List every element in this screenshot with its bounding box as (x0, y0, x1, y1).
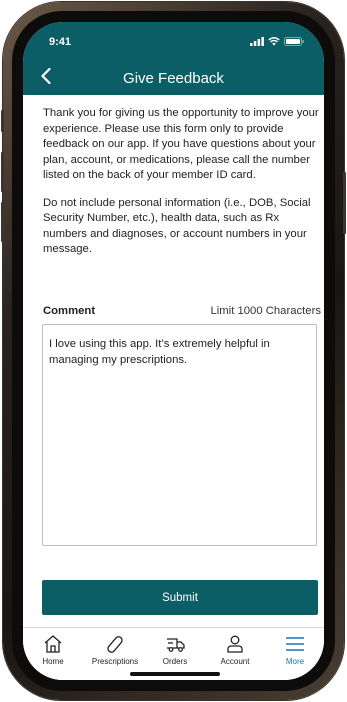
page-title: Give Feedback (123, 70, 224, 87)
tab-label: Orders (162, 657, 188, 666)
comment-label: Comment (43, 305, 96, 317)
intro-paragraph: Thank you for giving us the opportunity … (43, 107, 319, 181)
tab-label: Home (42, 657, 64, 666)
submit-button[interactable]: Submit (42, 580, 318, 615)
phone-side-button (343, 172, 346, 234)
home-indicator (130, 672, 220, 676)
phone-side-button (1, 110, 4, 132)
home-icon (44, 635, 62, 653)
status-time: 9:41 (49, 36, 72, 48)
character-limit: Limit 1000 Characters (210, 305, 321, 317)
tab-account[interactable]: Account (205, 634, 265, 666)
tab-label: More (285, 657, 305, 666)
app-screen: 9:41 Give Feedback Thank you for giving … (23, 22, 324, 680)
menu-icon (286, 637, 304, 651)
comment-textarea[interactable]: I love using this app. It’s extremely he… (42, 324, 317, 546)
tab-prescriptions[interactable]: Prescriptions (85, 634, 145, 666)
tab-home[interactable]: Home (23, 634, 83, 666)
person-icon (227, 635, 243, 653)
phone-side-button (1, 202, 4, 242)
signal-icon (250, 37, 264, 46)
phone-side-button (1, 152, 4, 192)
intro-text: Thank you for giving us the opportunity … (43, 106, 321, 270)
tab-label: Account (220, 657, 250, 666)
app-header: 9:41 Give Feedback (23, 22, 324, 95)
truck-icon (167, 638, 185, 652)
wifi-icon (268, 37, 280, 46)
pill-icon (107, 636, 123, 653)
tab-label: Prescriptions (91, 657, 139, 666)
tab-more[interactable]: More (265, 634, 324, 666)
status-icons (250, 37, 304, 46)
tab-orders[interactable]: Orders (145, 634, 205, 666)
comment-header: Comment Limit 1000 Characters (43, 305, 321, 317)
privacy-notice: Do not include personal information (i.e… (43, 196, 311, 256)
battery-icon (284, 37, 304, 46)
